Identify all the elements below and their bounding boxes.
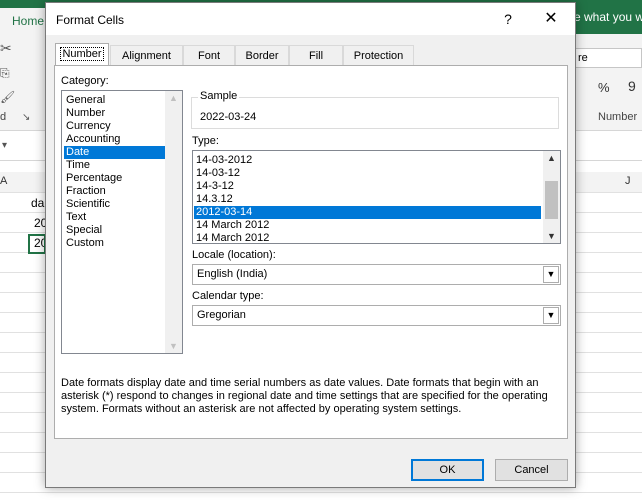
cut-icon[interactable]: ✂: [0, 40, 12, 57]
help-button[interactable]: ?: [496, 7, 520, 31]
calendar-value: Gregorian: [197, 309, 246, 321]
category-item-text[interactable]: Text: [64, 211, 166, 224]
chevron-up-icon[interactable]: ▲: [165, 93, 182, 103]
category-item-fraction[interactable]: Fraction: [64, 185, 166, 198]
comma-style-button[interactable]: 9: [628, 78, 636, 94]
type-item[interactable]: 14-3-12: [194, 180, 541, 193]
number-format-dropdown[interactable]: re: [574, 48, 642, 68]
type-list[interactable]: 14-03-2012 14-03-12 14-3-12 14.3.12 2012…: [192, 150, 561, 244]
copy-icon[interactable]: ⎘: [0, 66, 10, 81]
format-cells-dialog: Format Cells ? ✕ Number Alignment Font B…: [45, 2, 576, 488]
group-font-label: d: [0, 111, 7, 123]
category-item-time[interactable]: Time: [64, 159, 166, 172]
category-list[interactable]: General Number Currency Accounting Date …: [61, 90, 183, 354]
column-header-a[interactable]: A: [0, 175, 7, 187]
chevron-down-icon[interactable]: ▼: [543, 231, 560, 241]
chevron-down-icon[interactable]: ▼: [543, 266, 559, 283]
category-item-currency[interactable]: Currency: [64, 120, 166, 133]
percent-style-button[interactable]: %: [598, 80, 610, 95]
type-scroll-thumb[interactable]: [545, 181, 558, 219]
category-item-scientific[interactable]: Scientific: [64, 198, 166, 211]
group-number-label: Number: [598, 111, 638, 123]
tab-border[interactable]: Border: [235, 45, 289, 65]
chevron-up-icon[interactable]: ▲: [543, 153, 560, 163]
type-item-selected[interactable]: 2012-03-14: [194, 206, 541, 219]
dialog-title-bar[interactable]: Format Cells ? ✕: [46, 3, 575, 35]
locale-label: Locale (location):: [192, 249, 276, 261]
type-item[interactable]: 14 March 2012: [194, 232, 541, 243]
dialog-title: Format Cells: [56, 13, 125, 27]
ribbon-tab-home[interactable]: Home: [0, 8, 46, 34]
format-painter-icon[interactable]: 🖌: [0, 90, 15, 104]
tab-number[interactable]: Number: [55, 43, 109, 66]
type-item[interactable]: 14 March 2012: [194, 219, 541, 232]
cell-a1[interactable]: da: [31, 196, 44, 210]
category-item-accounting[interactable]: Accounting: [64, 133, 166, 146]
category-item-number[interactable]: Number: [64, 107, 166, 120]
format-description: Date formats display date and time seria…: [61, 377, 548, 415]
tell-me-search[interactable]: e what you w: [574, 10, 642, 24]
type-label: Type:: [192, 135, 219, 147]
sample-value: 2022-03-24: [200, 111, 257, 123]
chevron-down-icon[interactable]: ▾: [2, 140, 7, 151]
tab-number-label: Number: [60, 47, 104, 61]
tab-fill[interactable]: Fill: [289, 45, 343, 65]
category-item-date[interactable]: Date: [64, 146, 166, 159]
sample-label: Sample: [198, 90, 240, 102]
selected-cell: [28, 234, 46, 254]
column-header-j[interactable]: J: [625, 175, 631, 187]
tab-protection[interactable]: Protection: [343, 45, 414, 65]
type-item[interactable]: 14-03-12: [194, 167, 541, 180]
cancel-button[interactable]: Cancel: [495, 459, 568, 481]
locale-dropdown[interactable]: English (India) ▼: [192, 264, 561, 285]
category-item-percentage[interactable]: Percentage: [64, 172, 166, 185]
sample-group: Sample 2022-03-24: [191, 90, 559, 129]
calendar-dropdown[interactable]: Gregorian ▼: [192, 305, 561, 326]
type-item[interactable]: 14.3.12: [194, 193, 541, 206]
clipboard-launcher-icon[interactable]: ↘: [22, 112, 30, 123]
tab-font[interactable]: Font: [183, 45, 235, 65]
calendar-label: Calendar type:: [192, 290, 264, 302]
category-item-general[interactable]: General: [64, 94, 166, 107]
type-scrollbar[interactable]: ▲ ▼: [543, 151, 560, 243]
ok-button[interactable]: OK: [411, 459, 484, 481]
tab-alignment[interactable]: Alignment: [110, 45, 183, 65]
category-item-special[interactable]: Special: [64, 224, 166, 237]
type-item[interactable]: 14-03-2012: [194, 154, 541, 167]
category-label: Category:: [61, 75, 109, 87]
close-button[interactable]: ✕: [536, 7, 566, 31]
category-item-custom[interactable]: Custom: [64, 237, 166, 250]
category-scrollbar[interactable]: ▲ ▼: [165, 91, 182, 353]
chevron-down-icon[interactable]: ▼: [543, 307, 559, 324]
chevron-down-icon[interactable]: ▼: [165, 341, 182, 351]
locale-value: English (India): [197, 268, 268, 280]
